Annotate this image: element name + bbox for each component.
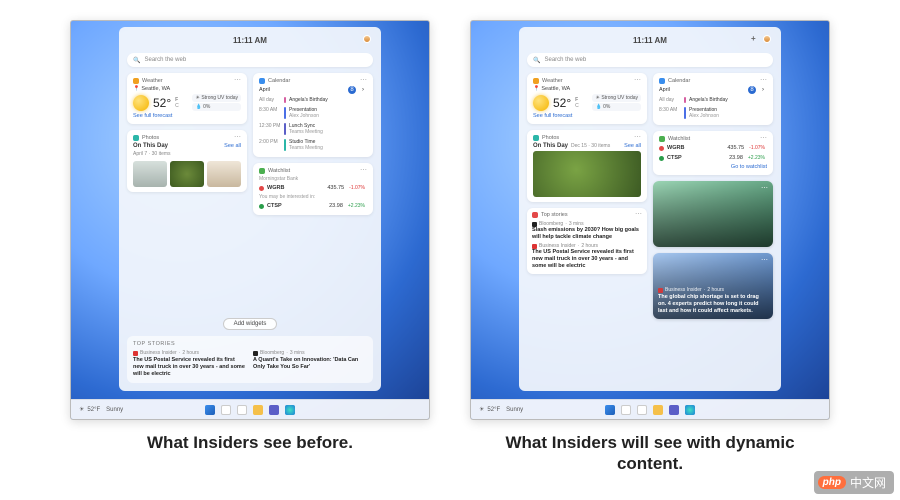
more-icon[interactable]: ⋯ xyxy=(634,79,641,83)
more-icon[interactable]: ⋯ xyxy=(760,137,767,141)
taskbar-weather[interactable]: ☀ 52°FSunny xyxy=(479,406,523,413)
cal-next[interactable]: › xyxy=(759,86,767,94)
explorer-icon[interactable] xyxy=(253,405,263,415)
caption-before: What Insiders see before. xyxy=(147,432,353,453)
search-placeholder: Search the web xyxy=(144,57,186,63)
device-before: 11:11 AM 🔍 Search the web Weather⋯ 📍 Sea… xyxy=(70,20,430,420)
weather-icon xyxy=(133,78,139,84)
watchlist-card[interactable]: Watchlist⋯ Morningstar Bank WGRB435.75-1… xyxy=(253,163,373,215)
more-icon[interactable]: ⋯ xyxy=(234,136,241,140)
forecast-link[interactable]: See full forecast xyxy=(133,113,241,119)
comparison-stage: 11:11 AM 🔍 Search the web Weather⋯ 📍 Sea… xyxy=(0,0,900,500)
top-stories-title: TOP STORIES xyxy=(133,341,367,347)
watchlist-link[interactable]: Go to watchlist xyxy=(659,164,767,170)
search-placeholder: Search the web xyxy=(544,57,586,63)
sun-icon xyxy=(133,95,149,111)
start-button[interactable] xyxy=(605,405,615,415)
taskview-icon[interactable] xyxy=(237,405,247,415)
news-icon xyxy=(532,212,538,218)
cal-day[interactable]: 8 xyxy=(748,86,756,94)
sun-icon xyxy=(533,95,549,111)
cal-day[interactable]: 8 xyxy=(348,86,356,94)
calendar-icon xyxy=(259,78,265,84)
calendar-card[interactable]: Calendar⋯ April8› All dayAngela's Birthd… xyxy=(253,73,373,157)
photos-card[interactable]: Photos⋯ On This DaySee all April 7 · 30 … xyxy=(127,130,247,192)
avatar[interactable] xyxy=(363,35,371,43)
topbar-before: 11:11 AM xyxy=(127,33,373,47)
search-input[interactable]: 🔍 Search the web xyxy=(527,53,773,67)
top-stories-card: TOP STORIES Business Insider · 2 hours T… xyxy=(127,336,373,383)
weather-card[interactable]: Weather⋯ 📍 Seattle, WA 52° FC ☀ Strong U… xyxy=(127,73,247,124)
photo-thumb[interactable] xyxy=(207,161,241,187)
after-column: 11:11 AM + 🔍 Search the web Weather⋯ 📍 S… xyxy=(470,20,830,490)
clock: 11:11 AM xyxy=(233,36,267,45)
chat-icon[interactable] xyxy=(669,405,679,415)
more-icon[interactable]: ⋯ xyxy=(234,79,241,83)
add-icon[interactable]: + xyxy=(751,35,759,43)
device-after: 11:11 AM + 🔍 Search the web Weather⋯ 📍 S… xyxy=(470,20,830,420)
story-item[interactable]: Bloomberg · 3 mins A Quant's Take on Inn… xyxy=(253,350,367,378)
avatar[interactable] xyxy=(763,35,771,43)
taskview-icon[interactable] xyxy=(637,405,647,415)
temperature: 52° xyxy=(553,96,571,110)
see-all-link[interactable]: See all xyxy=(224,143,241,149)
temperature: 52° xyxy=(153,96,171,110)
more-icon[interactable]: ⋯ xyxy=(360,79,367,83)
photo-hero[interactable] xyxy=(533,151,641,197)
more-icon[interactable]: ⋯ xyxy=(760,79,767,83)
watchlist-icon xyxy=(659,136,665,142)
taskbar: ☀ 52°FSunny xyxy=(471,399,829,419)
chat-icon[interactable] xyxy=(269,405,279,415)
photos-icon xyxy=(133,135,139,141)
cards-grid: Weather⋯ 📍 Seattle, WA 52° FC ☀ Strong U… xyxy=(127,73,373,312)
watchlist-icon xyxy=(259,168,265,174)
story-item[interactable]: Business Insider · 2 hours The US Postal… xyxy=(133,350,247,378)
photos-card[interactable]: Photos⋯ On This DayDec 15 · 30 itemsSee … xyxy=(527,130,647,202)
search-icon: 🔍 xyxy=(133,57,140,64)
calendar-card[interactable]: Calendar⋯ April8› All dayAngela's Birthd… xyxy=(653,73,773,125)
photo-thumb[interactable] xyxy=(170,161,204,187)
watermark-text: 中文网 xyxy=(850,474,886,491)
start-button[interactable] xyxy=(205,405,215,415)
more-icon[interactable]: ⋯ xyxy=(761,257,768,266)
more-icon[interactable]: ⋯ xyxy=(634,136,641,140)
widgets-panel-after: 11:11 AM + 🔍 Search the web Weather⋯ 📍 S… xyxy=(519,27,781,391)
more-icon[interactable]: ⋯ xyxy=(360,169,367,173)
calendar-icon xyxy=(659,78,665,84)
search-icon: 🔍 xyxy=(533,57,540,64)
news-card[interactable]: ⋯ Business Insider · 2 hours The global … xyxy=(653,253,773,319)
weather-icon xyxy=(533,78,539,84)
cards-grid: Weather⋯ 📍 Seattle, WA 52° FC ☀ Strong U… xyxy=(527,73,773,383)
taskbar-search-icon[interactable] xyxy=(621,405,631,415)
taskbar: ☀ 52°FSunny xyxy=(71,399,429,419)
taskbar-weather[interactable]: ☀ 52°FSunny xyxy=(79,406,123,413)
watchlist-card[interactable]: Watchlist⋯ WGRB435.75-1.07% CTSP23.98+2.… xyxy=(653,131,773,175)
forecast-link[interactable]: See full forecast xyxy=(533,113,641,119)
news-card[interactable]: ⋯ xyxy=(653,181,773,247)
edge-icon[interactable] xyxy=(285,405,295,415)
topbar-after: 11:11 AM + xyxy=(527,33,773,47)
photo-thumb[interactable] xyxy=(133,161,167,187)
taskbar-search-icon[interactable] xyxy=(221,405,231,415)
cal-next[interactable]: › xyxy=(359,86,367,94)
watermark: php 中文网 xyxy=(814,471,894,494)
weather-card[interactable]: Weather⋯ 📍 Seattle, WA 52° FC ☀ Strong U… xyxy=(527,73,647,124)
more-icon[interactable]: ⋯ xyxy=(635,213,642,217)
clock: 11:11 AM xyxy=(633,36,667,45)
see-all-link[interactable]: See all xyxy=(624,143,641,149)
before-column: 11:11 AM 🔍 Search the web Weather⋯ 📍 Sea… xyxy=(70,20,430,490)
explorer-icon[interactable] xyxy=(653,405,663,415)
caption-after: What Insiders will see with dynamic cont… xyxy=(480,432,820,475)
widgets-panel-before: 11:11 AM 🔍 Search the web Weather⋯ 📍 Sea… xyxy=(119,27,381,391)
watermark-badge: php xyxy=(818,476,846,489)
more-icon[interactable]: ⋯ xyxy=(761,185,768,194)
photos-icon xyxy=(533,135,539,141)
edge-icon[interactable] xyxy=(685,405,695,415)
search-input[interactable]: 🔍 Search the web xyxy=(127,53,373,67)
top-stories-small[interactable]: Top stories⋯ Bloomberg · 3 mins Slash em… xyxy=(527,208,647,274)
add-widgets-button[interactable]: Add widgets xyxy=(223,318,278,330)
